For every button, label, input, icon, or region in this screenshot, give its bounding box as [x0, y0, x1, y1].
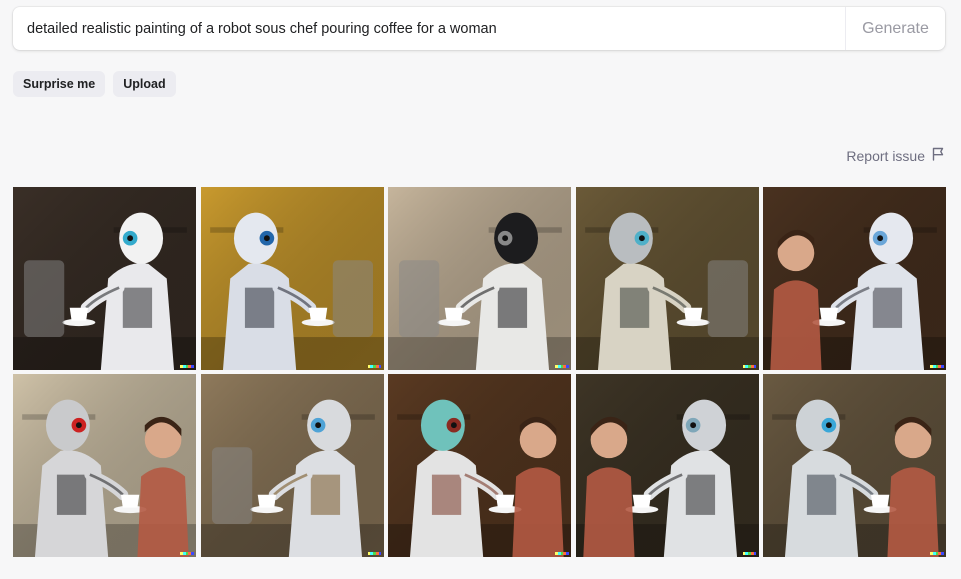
generated-image[interactable]	[200, 374, 384, 557]
generated-image[interactable]	[575, 187, 759, 370]
action-row: Surprise me Upload	[13, 71, 176, 97]
signature-mark	[742, 552, 757, 555]
image-content	[13, 374, 196, 557]
image-content	[763, 187, 946, 370]
signature-mark	[367, 365, 382, 368]
generated-image[interactable]	[575, 374, 759, 557]
image-content	[200, 187, 384, 370]
page: Generate Surprise me Upload Report issue	[0, 0, 961, 579]
signature-mark	[930, 552, 944, 555]
generated-image[interactable]	[763, 374, 946, 557]
upload-button[interactable]: Upload	[113, 71, 176, 97]
image-content	[388, 187, 571, 370]
generated-image[interactable]	[388, 374, 571, 557]
signature-mark	[742, 365, 757, 368]
flag-icon	[931, 147, 945, 164]
image-content	[13, 187, 196, 370]
generated-image[interactable]	[13, 187, 196, 370]
generated-image[interactable]	[388, 187, 571, 370]
surprise-me-button[interactable]: Surprise me	[13, 71, 106, 97]
signature-mark	[180, 552, 194, 555]
signature-mark	[555, 552, 569, 555]
generated-image[interactable]	[200, 187, 384, 370]
signature-mark	[930, 365, 944, 368]
generated-image[interactable]	[13, 374, 196, 557]
signature-mark	[555, 365, 569, 368]
image-grid	[13, 187, 946, 557]
report-issue-link[interactable]: Report issue	[846, 147, 945, 164]
generate-button[interactable]: Generate	[845, 7, 945, 50]
image-content	[575, 187, 759, 370]
image-content	[388, 374, 571, 557]
signature-mark	[180, 365, 194, 368]
report-issue-label: Report issue	[846, 147, 925, 164]
prompt-input[interactable]	[13, 7, 845, 50]
image-content	[575, 374, 759, 557]
generated-image[interactable]	[763, 187, 946, 370]
image-content	[763, 374, 946, 557]
prompt-bar: Generate	[13, 7, 945, 50]
image-content	[200, 374, 384, 557]
signature-mark	[367, 552, 382, 555]
